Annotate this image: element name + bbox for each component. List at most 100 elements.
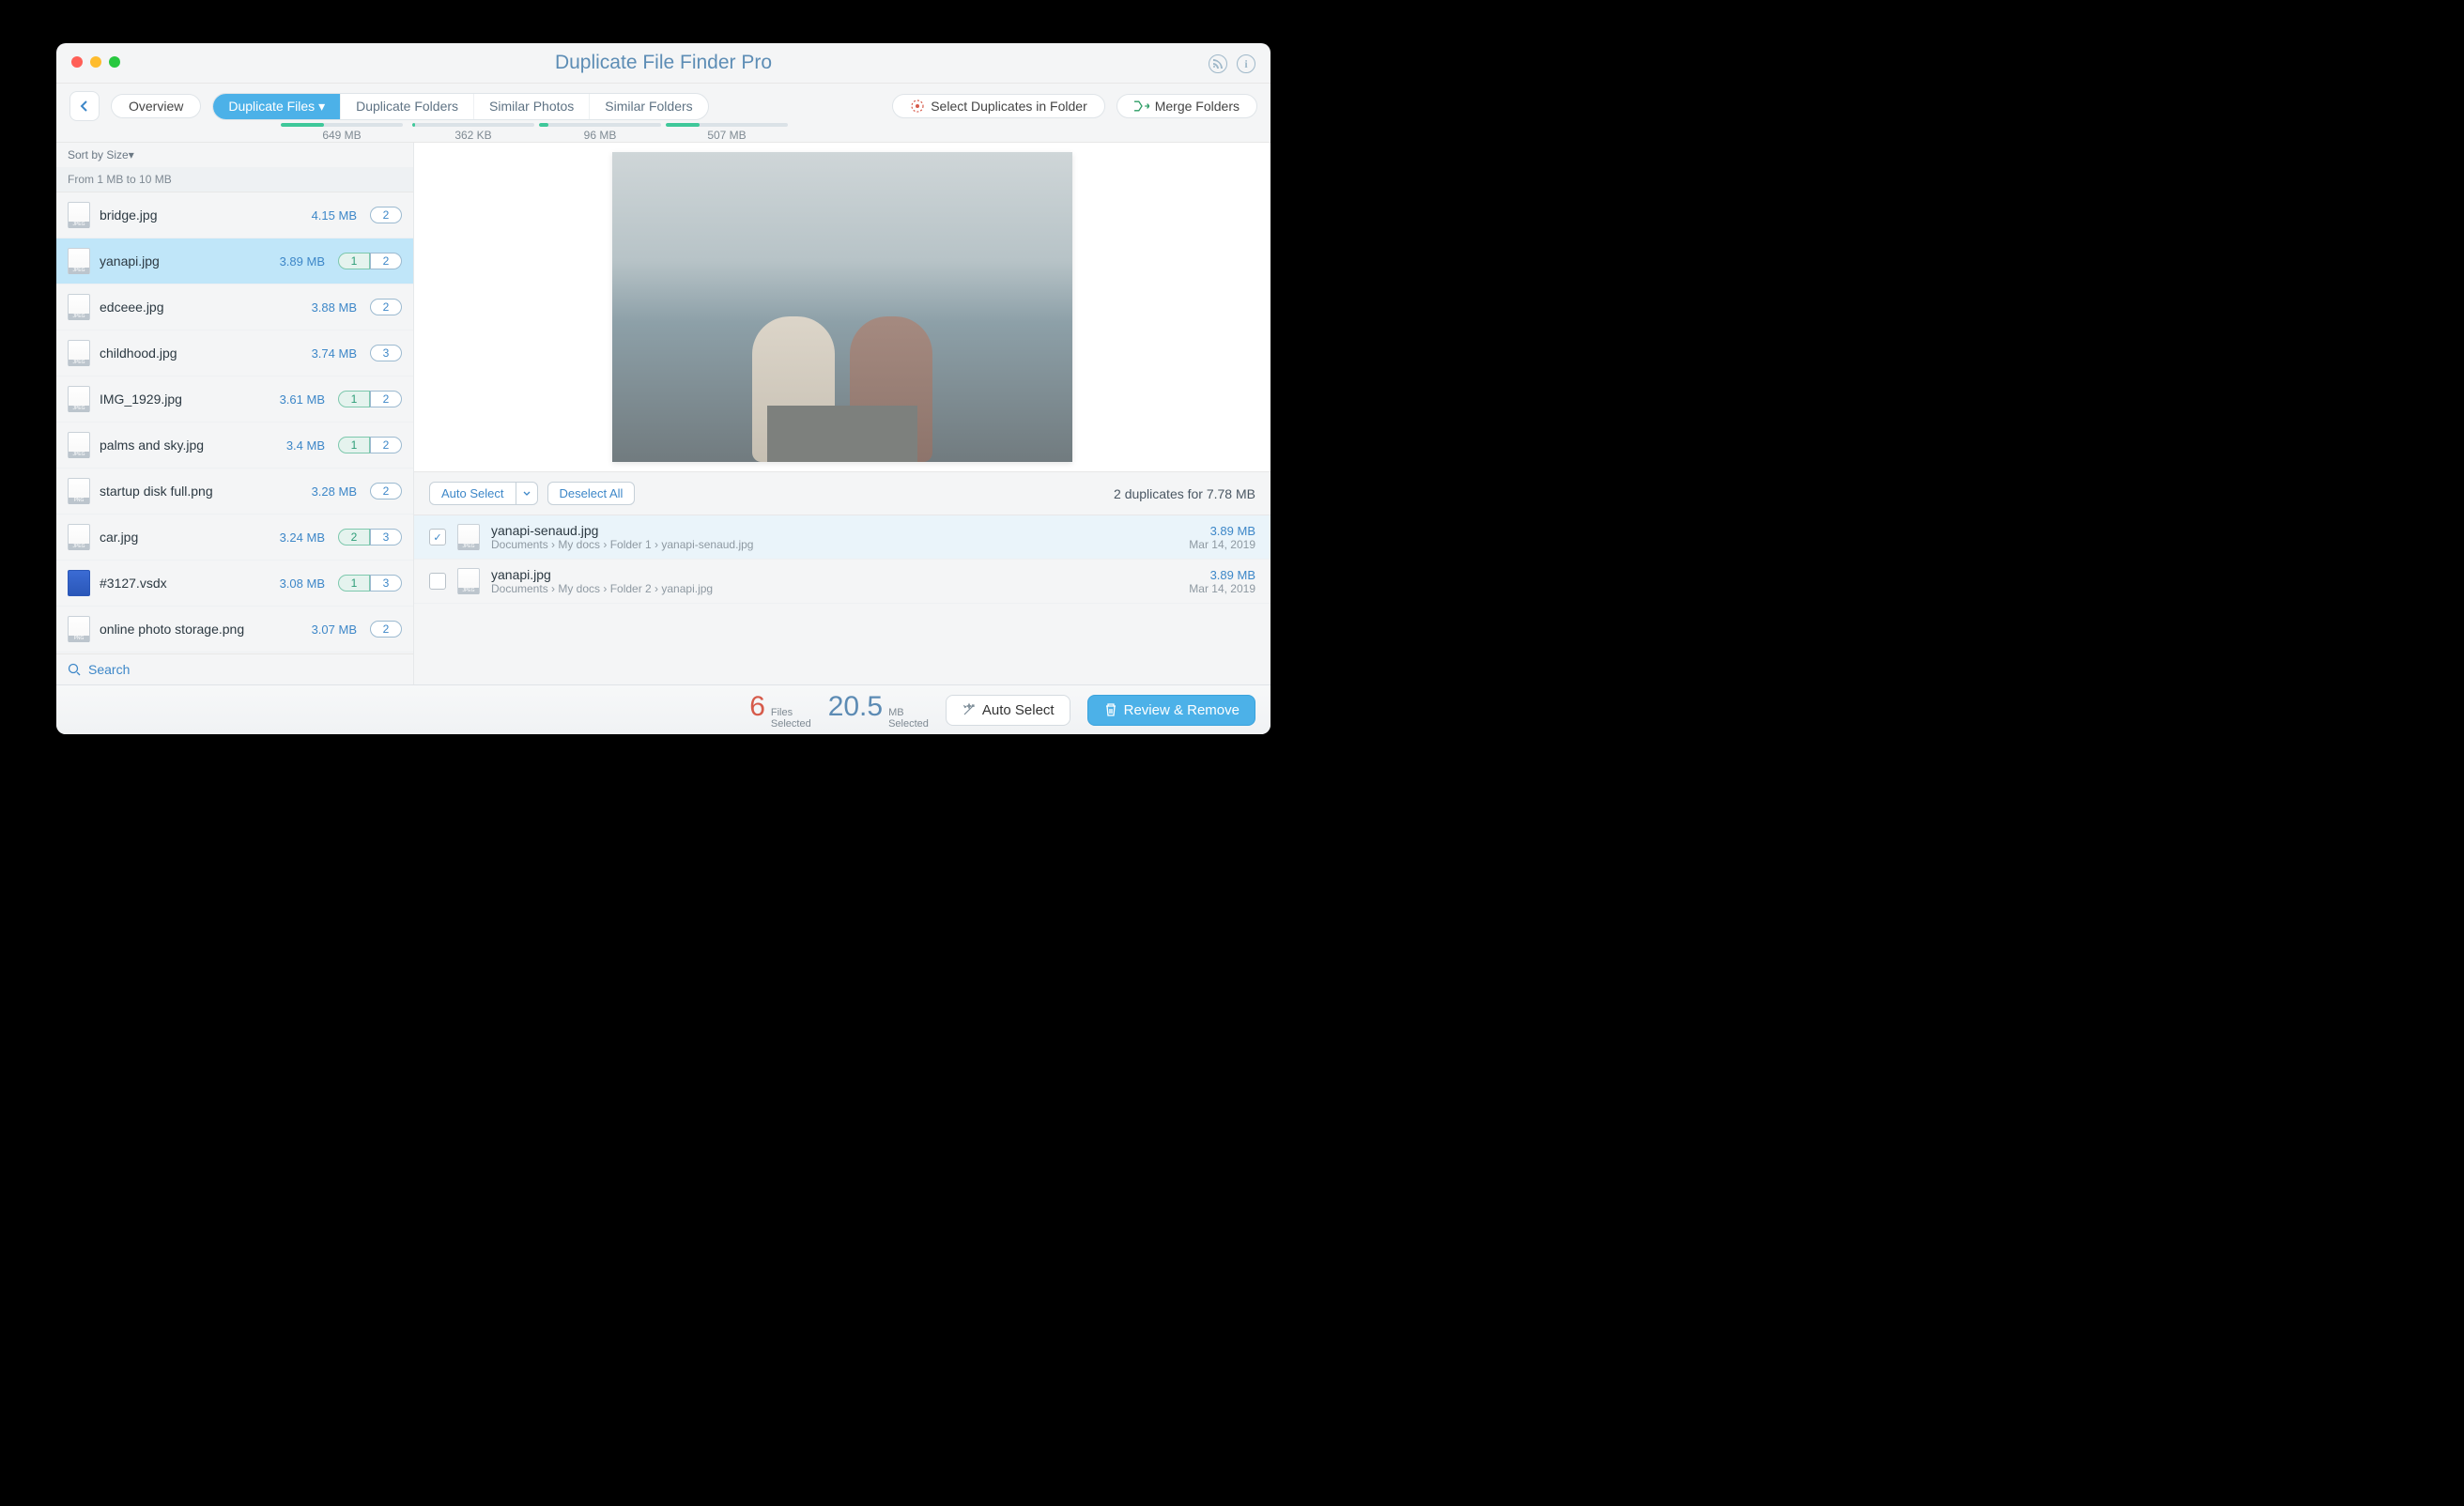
file-thumb-icon xyxy=(68,478,90,504)
count-badge[interactable]: 2 xyxy=(370,437,402,453)
files-selected-stat: 6 FilesSelected xyxy=(749,691,811,730)
count-badge[interactable]: 3 xyxy=(370,529,402,546)
file-thumb-icon xyxy=(68,570,90,596)
app-window: Duplicate File Finder Pro i Overview Dup… xyxy=(56,43,1270,734)
file-thumb-icon xyxy=(68,340,90,366)
tab-duplicate-folders[interactable]: Duplicate Folders xyxy=(341,94,474,119)
zoom-icon[interactable] xyxy=(109,56,120,68)
sort-control[interactable]: Sort by Size▾ xyxy=(56,143,413,167)
action-row: Auto Select Deselect All 2 duplicates fo… xyxy=(414,472,1270,515)
badge-group[interactable]: 2 xyxy=(370,207,402,223)
rss-icon[interactable] xyxy=(1209,54,1227,73)
duplicate-list: ✓yanapi-senaud.jpgDocuments › My docs › … xyxy=(414,515,1270,684)
file-name: bridge.jpg xyxy=(100,207,302,223)
auto-select-caret[interactable] xyxy=(516,482,538,505)
file-item[interactable]: bridge.jpg4.15 MB2 xyxy=(56,192,413,238)
count-badge[interactable]: 2 xyxy=(370,253,402,269)
file-size: 3.24 MB xyxy=(280,530,325,545)
count-badge[interactable]: 3 xyxy=(370,345,402,361)
size-bar xyxy=(281,123,403,127)
file-name: #3127.vsdx xyxy=(100,576,270,591)
badge-group[interactable]: 23 xyxy=(338,529,402,546)
size-bar xyxy=(666,123,788,127)
count-badge[interactable]: 1 xyxy=(338,575,370,592)
badge-group[interactable]: 2 xyxy=(370,483,402,499)
count-badge[interactable]: 1 xyxy=(338,253,370,269)
count-badge[interactable]: 3 xyxy=(370,575,402,592)
badge-group[interactable]: 3 xyxy=(370,345,402,361)
count-badge[interactable]: 2 xyxy=(370,391,402,407)
badge-group[interactable]: 12 xyxy=(338,391,402,407)
count-badge[interactable]: 2 xyxy=(370,483,402,499)
count-badge[interactable]: 1 xyxy=(338,437,370,453)
deselect-all-button[interactable]: Deselect All xyxy=(547,482,636,505)
file-item[interactable]: car.jpg3.24 MB23 xyxy=(56,515,413,561)
file-item[interactable]: online photo storage.png3.07 MB2 xyxy=(56,607,413,653)
content: Sort by Size▾ From 1 MB to 10 MB bridge.… xyxy=(56,142,1270,684)
file-item[interactable]: childhood.jpg3.74 MB3 xyxy=(56,330,413,376)
file-name: online photo storage.png xyxy=(100,622,302,637)
review-remove-button[interactable]: Review & Remove xyxy=(1087,695,1255,726)
duplicate-size: 3.89 MB xyxy=(1189,524,1255,538)
file-name: startup disk full.png xyxy=(100,484,302,499)
review-remove-label: Review & Remove xyxy=(1124,702,1240,718)
size-bar-label: 507 MB xyxy=(707,129,746,142)
mb-selected-stat: 20.5 MBSelected xyxy=(828,691,929,730)
badge-group[interactable]: 2 xyxy=(370,299,402,315)
auto-select-button[interactable]: Auto Select xyxy=(429,482,516,505)
duplicate-row[interactable]: ✓ yanapi-senaud.jpgDocuments › My docs › … xyxy=(414,515,1270,560)
count-badge[interactable]: 2 xyxy=(338,529,370,546)
target-icon xyxy=(910,99,925,114)
select-duplicates-label: Select Duplicates in Folder xyxy=(931,99,1087,114)
badge-group[interactable]: 13 xyxy=(338,575,402,592)
size-bar-label: 362 KB xyxy=(454,129,491,142)
select-duplicates-button[interactable]: Select Duplicates in Folder xyxy=(892,94,1105,118)
info-icon[interactable]: i xyxy=(1237,54,1255,73)
minimize-icon[interactable] xyxy=(90,56,101,68)
file-item[interactable]: startup disk full.png3.28 MB2 xyxy=(56,469,413,515)
size-bar xyxy=(412,123,534,127)
duplicate-path: Documents › My docs › Folder 2 › yanapi.… xyxy=(491,582,1178,595)
duplicate-row[interactable]: yanapi.jpgDocuments › My docs › Folder 2… xyxy=(414,560,1270,604)
tab-similar-folders[interactable]: Similar Folders xyxy=(590,94,707,119)
checkbox[interactable] xyxy=(429,573,446,590)
checkbox[interactable]: ✓ xyxy=(429,529,446,546)
size-bar-label: 649 MB xyxy=(322,129,361,142)
file-item[interactable]: yanapi.jpg3.89 MB12 xyxy=(56,238,413,284)
file-size: 3.61 MB xyxy=(280,392,325,407)
file-item[interactable]: palms and sky.jpg3.4 MB12 xyxy=(56,423,413,469)
count-badge[interactable]: 2 xyxy=(370,621,402,638)
file-thumb-icon xyxy=(68,294,90,320)
duplicate-path: Documents › My docs › Folder 1 › yanapi-… xyxy=(491,538,1178,551)
file-thumb-icon xyxy=(68,616,90,642)
count-badge[interactable]: 1 xyxy=(338,391,370,407)
sort-label: Sort by Size xyxy=(68,148,129,161)
file-item[interactable]: edceee.jpg3.88 MB2 xyxy=(56,284,413,330)
tab-similar-photos[interactable]: Similar Photos xyxy=(474,94,590,119)
size-bar xyxy=(539,123,661,127)
footer-auto-select-button[interactable]: Auto Select xyxy=(946,695,1070,726)
badge-group[interactable]: 12 xyxy=(338,253,402,269)
close-icon[interactable] xyxy=(71,56,83,68)
badge-group[interactable]: 12 xyxy=(338,437,402,453)
search-input[interactable]: Search xyxy=(56,653,413,684)
count-badge[interactable]: 2 xyxy=(370,299,402,315)
duplicate-info: yanapi.jpgDocuments › My docs › Folder 2… xyxy=(491,567,1178,595)
file-item[interactable]: IMG_1929.jpg3.61 MB12 xyxy=(56,376,413,423)
merge-folders-button[interactable]: Merge Folders xyxy=(1116,94,1257,118)
file-thumb-icon xyxy=(457,568,480,594)
file-list[interactable]: bridge.jpg4.15 MB2yanapi.jpg3.89 MB12edc… xyxy=(56,192,413,653)
duplicate-date: Mar 14, 2019 xyxy=(1189,538,1255,551)
files-count: 6 xyxy=(749,691,765,723)
badge-group[interactable]: 2 xyxy=(370,621,402,638)
count-badge[interactable]: 2 xyxy=(370,207,402,223)
back-button[interactable] xyxy=(69,91,100,121)
duplicate-name: yanapi-senaud.jpg xyxy=(491,523,1178,538)
titlebar: Duplicate File Finder Pro i xyxy=(56,43,1270,84)
tab-duplicate-files[interactable]: Duplicate Files ▾ xyxy=(213,94,341,119)
category-tabs: Duplicate Files ▾Duplicate FoldersSimila… xyxy=(212,93,708,120)
file-name: palms and sky.jpg xyxy=(100,438,277,453)
mb-label: MBSelected xyxy=(888,707,929,730)
file-item[interactable]: #3127.vsdx3.08 MB13 xyxy=(56,561,413,607)
overview-button[interactable]: Overview xyxy=(111,94,201,118)
